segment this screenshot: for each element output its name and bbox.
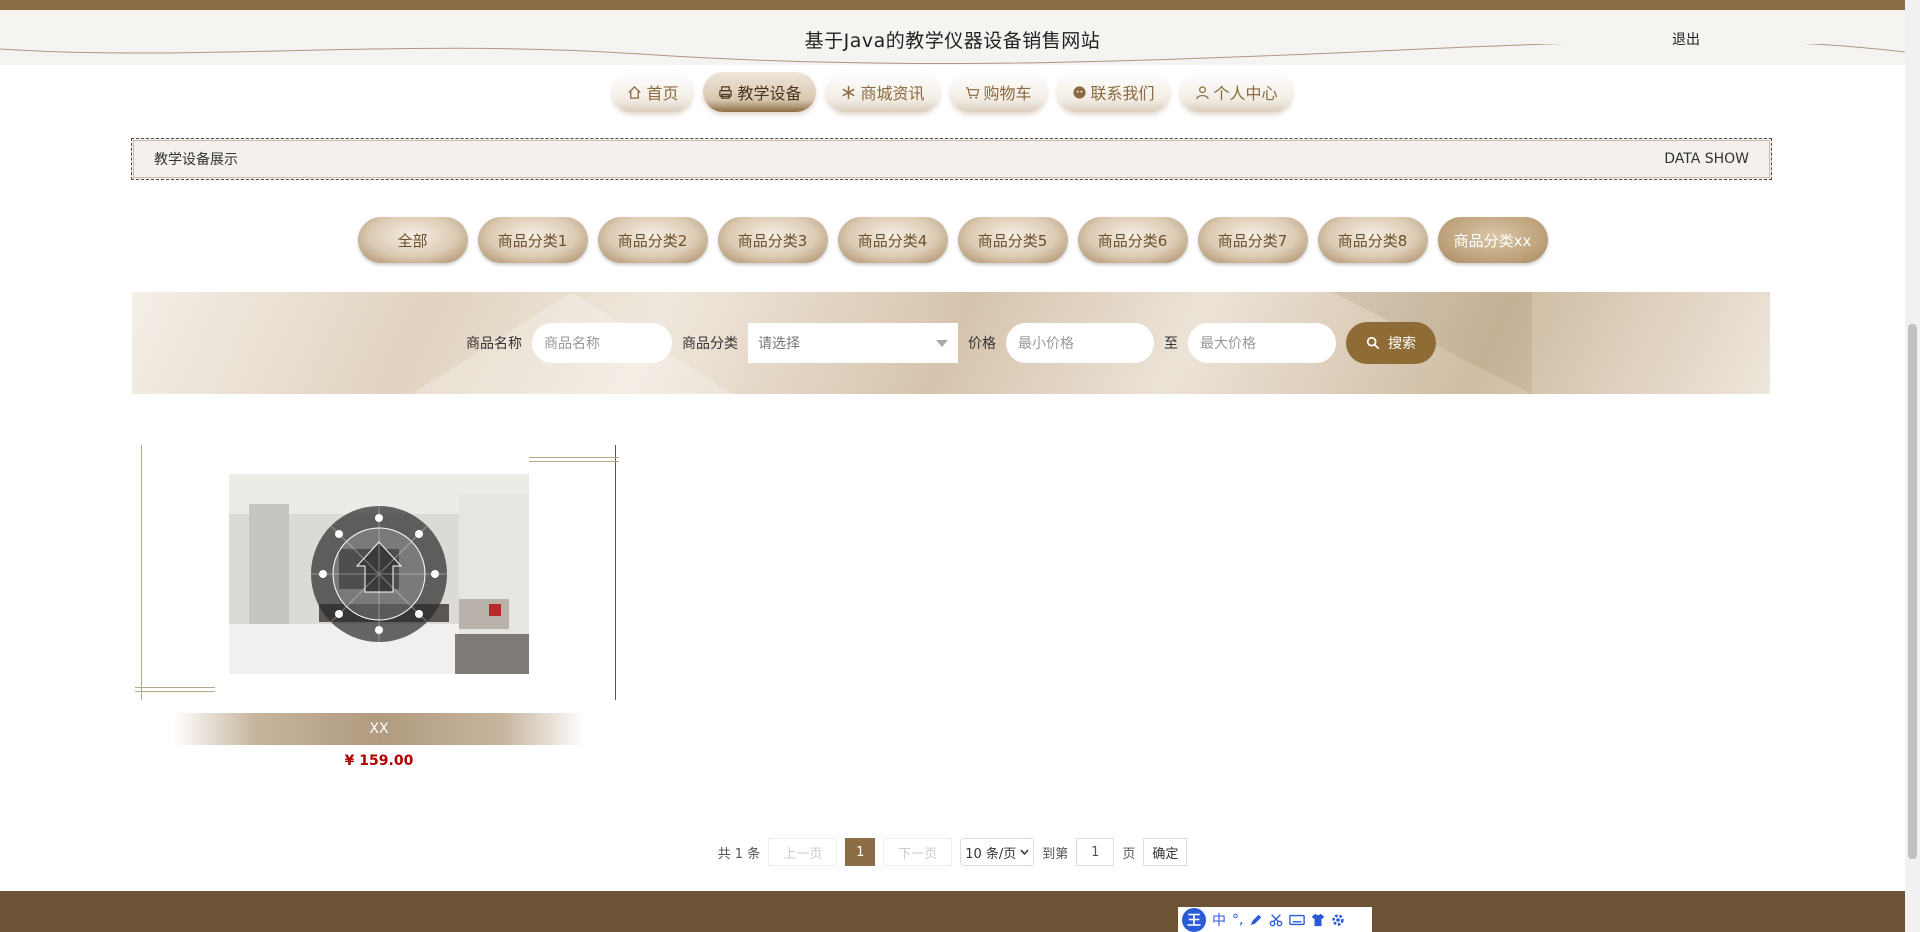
logout-button[interactable]: 退出 [1672, 29, 1700, 49]
smart-home-image [229, 474, 529, 674]
product-image[interactable] [229, 474, 529, 674]
card-border [141, 445, 142, 700]
card-corner-line [529, 457, 619, 458]
chevron-down-icon [936, 339, 948, 347]
category-1[interactable]: 商品分类1 [477, 217, 588, 263]
price-label: 价格 [968, 336, 996, 352]
ime-logo[interactable]: 王 [1182, 907, 1206, 932]
section-title-bar: 教学设备展示 DATA SHOW [131, 138, 1772, 180]
nav-news-label: 商城资讯 [860, 84, 925, 103]
nav-contact-label: 联系我们 [1090, 84, 1155, 103]
page-number-current[interactable]: 1 [845, 838, 876, 866]
top-stripe [0, 0, 1905, 10]
product-price: ¥ 159.00 [344, 753, 414, 769]
nav-home-label: 首页 [646, 84, 679, 103]
nav-equipment-label: 教学设备 [737, 84, 802, 103]
category-xx[interactable]: 商品分类xx [1437, 217, 1548, 263]
goto-confirm-button[interactable]: 确定 [1143, 838, 1188, 866]
printer-icon [719, 85, 733, 99]
user-icon [1195, 85, 1209, 99]
shirt-icon[interactable] [1311, 913, 1325, 927]
search-panel: 商品名称 商品名称 商品分类 请选择 价格 最小价格 至 最大价格 搜索 [132, 292, 1770, 394]
ime-punct[interactable]: °, [1232, 912, 1243, 928]
category-7[interactable]: 商品分类7 [1197, 217, 1308, 263]
card-corner-line [135, 691, 215, 692]
card-corner-line [135, 687, 215, 688]
pagination: 共 1 条 上一页 1 下一页 10 条/页 到第 1 页 确定 [0, 838, 1905, 866]
scrollbar-thumb[interactable] [1908, 324, 1917, 859]
page: 基于Java的教学仪器设备销售网站 退出 首页 教学设备 商城资讯 购物车 联系… [0, 0, 1920, 932]
min-price-input[interactable]: 最小价格 [1006, 323, 1154, 363]
gear-icon[interactable] [1331, 913, 1345, 927]
nav-profile[interactable]: 个人中心 [1179, 72, 1293, 112]
category-3[interactable]: 商品分类3 [717, 217, 828, 263]
site-title: 基于Java的教学仪器设备销售网站 [804, 30, 1101, 52]
category-all[interactable]: 全部 [357, 217, 468, 263]
product-name[interactable]: XX [173, 713, 585, 745]
nav-equipment[interactable]: 教学设备 [703, 72, 817, 112]
nav-home[interactable]: 首页 [612, 72, 694, 112]
max-price-input[interactable]: 最大价格 [1188, 323, 1336, 363]
search-row: 商品名称 商品名称 商品分类 请选择 价格 最小价格 至 最大价格 搜索 [132, 292, 1770, 394]
nav-cart[interactable]: 购物车 [949, 72, 1047, 112]
product-card: XX ¥ 159.00 [133, 445, 619, 769]
ime-mode[interactable]: 中 [1212, 910, 1226, 930]
section-subtitle: DATA SHOW [1664, 151, 1749, 167]
goto-page-input[interactable]: 1 [1076, 838, 1115, 866]
scissors-icon[interactable] [1269, 913, 1283, 927]
footer [0, 891, 1905, 932]
category-2[interactable]: 商品分类2 [597, 217, 708, 263]
search-button[interactable]: 搜索 [1346, 322, 1436, 364]
prev-page-button[interactable]: 上一页 [768, 838, 838, 866]
to-label: 至 [1164, 336, 1178, 352]
page-size-select[interactable]: 10 条/页 [960, 838, 1035, 866]
nav-contact[interactable]: 联系我们 [1056, 72, 1170, 112]
name-input[interactable]: 商品名称 [532, 323, 672, 363]
category-5[interactable]: 商品分类5 [957, 217, 1068, 263]
pen-icon[interactable] [1249, 913, 1263, 927]
ime-toolbar[interactable]: 王 中 °, [1178, 907, 1372, 932]
home-icon [628, 85, 642, 99]
nav-cart-label: 购物车 [983, 84, 1032, 103]
name-label: 商品名称 [466, 336, 522, 352]
total-count: 共 1 条 [717, 846, 761, 862]
next-page-button[interactable]: 下一页 [883, 838, 953, 866]
search-button-label: 搜索 [1388, 336, 1416, 352]
card-corner-line [529, 461, 619, 462]
category-4[interactable]: 商品分类4 [837, 217, 948, 263]
page-unit-label: 页 [1122, 846, 1136, 862]
category-tabs: 全部 商品分类1 商品分类2 商品分类3 商品分类4 商品分类5 商品分类6 商… [0, 217, 1905, 263]
card-border [615, 445, 616, 700]
page-size-value: 10 条/页 [965, 846, 1017, 862]
category-8[interactable]: 商品分类8 [1317, 217, 1428, 263]
main-nav: 首页 教学设备 商城资讯 购物车 联系我们 个人中心 [0, 72, 1905, 112]
nav-news[interactable]: 商城资讯 [826, 72, 940, 112]
cart-icon [965, 86, 979, 99]
chevron-down-icon [1020, 849, 1029, 855]
category-6[interactable]: 商品分类6 [1077, 217, 1188, 263]
category-label: 商品分类 [682, 336, 738, 352]
section-title: 教学设备展示 [154, 152, 238, 168]
nav-profile-label: 个人中心 [1213, 84, 1278, 103]
keyboard-icon[interactable] [1289, 913, 1306, 927]
category-select[interactable]: 请选择 [748, 323, 958, 363]
goto-label: 到第 [1042, 846, 1069, 862]
chat-icon [1072, 85, 1086, 99]
category-select-value: 请选择 [758, 336, 800, 352]
search-icon [1366, 336, 1380, 350]
snowflake-icon [842, 85, 856, 99]
